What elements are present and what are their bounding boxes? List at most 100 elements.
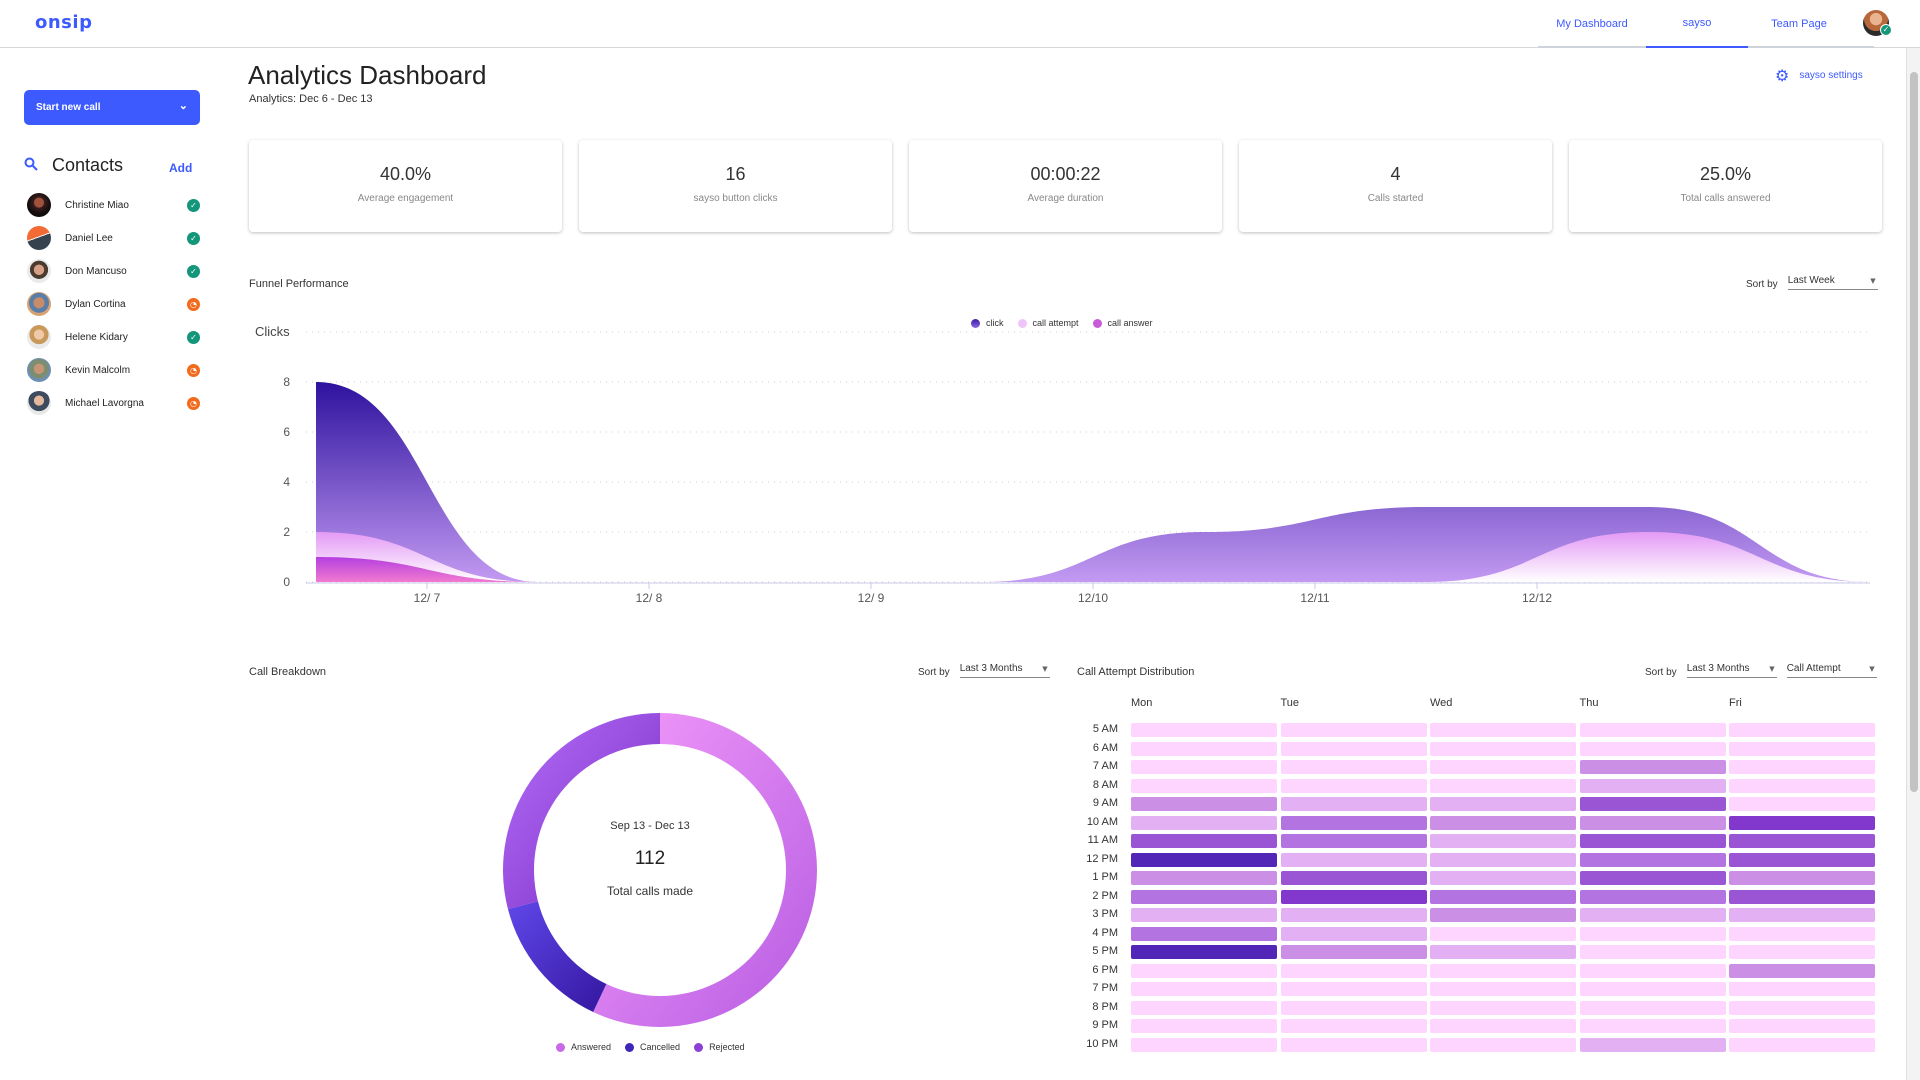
heatmap-cell[interactable] (1280, 889, 1427, 904)
scrollbar-thumb[interactable] (1910, 72, 1918, 792)
heatmap-cell[interactable] (1280, 797, 1427, 811)
heatmap-cell[interactable] (1280, 834, 1427, 848)
heatmap-cell[interactable] (1729, 778, 1875, 793)
heatmap-cell[interactable] (1131, 1037, 1277, 1052)
add-contact-button[interactable]: Add (169, 161, 192, 175)
heatmap-cell[interactable] (1579, 1037, 1726, 1052)
heatmap-cell[interactable] (1579, 778, 1726, 793)
heatmap-cell[interactable] (1280, 871, 1427, 885)
heatmap-cell[interactable] (1729, 889, 1875, 904)
heatmap-cell[interactable] (1579, 760, 1726, 774)
heatmap-cell[interactable] (1430, 926, 1576, 941)
heatmap-cell[interactable] (1430, 982, 1576, 996)
heatmap-cell[interactable] (1729, 926, 1875, 941)
heatmap-cell[interactable] (1131, 760, 1277, 774)
heatmap-cell[interactable] (1430, 778, 1576, 793)
heatmap-cell[interactable] (1579, 945, 1726, 959)
heatmap-cell[interactable] (1131, 889, 1277, 904)
search-icon[interactable] (24, 157, 38, 174)
funnel-period-select[interactable]: Last Week ▼ (1787, 275, 1878, 290)
heatmap-cell[interactable] (1430, 963, 1576, 978)
heatmap-cell[interactable] (1579, 889, 1726, 904)
contact-item[interactable]: Michael Lavorgna ◔ (27, 391, 200, 415)
heatmap-cell[interactable] (1579, 963, 1726, 978)
heatmap-cell[interactable] (1579, 1019, 1726, 1033)
heatmap-cell[interactable] (1729, 723, 1875, 737)
heatmap-cell[interactable] (1280, 926, 1427, 941)
heatmap-cell[interactable] (1430, 1000, 1576, 1015)
heatmap-cell[interactable] (1280, 1037, 1427, 1052)
heatmap-cell[interactable] (1579, 741, 1726, 756)
heatmap-cell[interactable] (1131, 1000, 1277, 1015)
heatmap-cell[interactable] (1579, 982, 1726, 996)
heatmap-cell[interactable] (1729, 1000, 1875, 1015)
contact-item[interactable]: Dylan Cortina ◔ (27, 292, 200, 316)
heatmap-cell[interactable] (1280, 852, 1427, 867)
heatmap-cell[interactable] (1280, 723, 1427, 737)
nav-team-page[interactable]: Team Page (1748, 0, 1850, 48)
heatmap-cell[interactable] (1579, 815, 1726, 830)
heatmap-cell[interactable] (1430, 852, 1576, 867)
heatmap-cell[interactable] (1131, 963, 1277, 978)
heatmap-cell[interactable] (1280, 760, 1427, 774)
contact-item[interactable]: Kevin Malcolm ◔ (27, 358, 200, 382)
heatmap-cell[interactable] (1579, 723, 1726, 737)
heatmap-cell[interactable] (1131, 797, 1277, 811)
heatmap-cell[interactable] (1729, 815, 1875, 830)
heatmap-cell[interactable] (1280, 741, 1427, 756)
heatmap-cell[interactable] (1430, 945, 1576, 959)
contact-item[interactable]: Christine Miao ✓ (27, 193, 200, 217)
onsip-logo[interactable]: onsip (35, 12, 92, 33)
heatmap-cell[interactable] (1280, 1019, 1427, 1033)
heatmap-cell[interactable] (1131, 982, 1277, 996)
heatmap-cell[interactable] (1729, 760, 1875, 774)
heatmap-cell[interactable] (1430, 760, 1576, 774)
heatmap-cell[interactable] (1430, 871, 1576, 885)
heatmap-cell[interactable] (1579, 1000, 1726, 1015)
heatmap-cell[interactable] (1729, 908, 1875, 922)
heatmap-cell[interactable] (1579, 908, 1726, 922)
heatmap-cell[interactable] (1430, 723, 1576, 737)
heatmap-cell[interactable] (1430, 741, 1576, 756)
heatmap-cell[interactable] (1729, 1019, 1875, 1033)
heatmap-cell[interactable] (1131, 1019, 1277, 1033)
legend-item-rejected[interactable]: Rejected (694, 1042, 745, 1052)
contact-item[interactable]: Helene Kidary ✓ (27, 325, 200, 349)
heatmap-cell[interactable] (1280, 982, 1427, 996)
heatmap-cell[interactable] (1579, 797, 1726, 811)
heatmap-cell[interactable] (1280, 778, 1427, 793)
heatmap-cell[interactable] (1729, 963, 1875, 978)
contact-item[interactable]: Daniel Lee ✓ (27, 226, 200, 250)
heatmap-cell[interactable] (1430, 834, 1576, 848)
heatmap-cell[interactable] (1579, 834, 1726, 848)
heatmap-cell[interactable] (1131, 945, 1277, 959)
heatmap-cell[interactable] (1430, 889, 1576, 904)
heatmap-cell[interactable] (1280, 908, 1427, 922)
heatmap-cell[interactable] (1131, 815, 1277, 830)
heatmap-cell[interactable] (1579, 926, 1726, 941)
heatmap-cell[interactable] (1729, 741, 1875, 756)
heatmap-cell[interactable] (1729, 982, 1875, 996)
heatmap-cell[interactable] (1729, 1037, 1875, 1052)
distribution-metric-select[interactable]: Call Attempt ▼ (1786, 663, 1877, 678)
distribution-period-select[interactable]: Last 3 Months ▼ (1686, 663, 1777, 678)
heatmap-cell[interactable] (1430, 1019, 1576, 1033)
heatmap-cell[interactable] (1131, 871, 1277, 885)
heatmap-cell[interactable] (1729, 852, 1875, 867)
legend-item-cancelled[interactable]: Cancelled (625, 1042, 680, 1052)
heatmap-cell[interactable] (1131, 908, 1277, 922)
heatmap-cell[interactable] (1280, 1000, 1427, 1015)
page-scrollbar[interactable] (1906, 48, 1920, 1080)
heatmap-cell[interactable] (1131, 778, 1277, 793)
sayso-settings-link[interactable]: ⚙ sayso settings (1775, 66, 1863, 85)
heatmap-cell[interactable] (1729, 871, 1875, 885)
nav-sayso[interactable]: sayso (1646, 0, 1748, 48)
heatmap-cell[interactable] (1729, 945, 1875, 959)
heatmap-cell[interactable] (1131, 741, 1277, 756)
start-new-call-button[interactable]: Start new call ⌄ (24, 90, 200, 125)
heatmap-cell[interactable] (1131, 834, 1277, 848)
nav-my-dashboard[interactable]: My Dashboard (1538, 0, 1646, 48)
heatmap-cell[interactable] (1131, 852, 1277, 867)
heatmap-cell[interactable] (1579, 852, 1726, 867)
heatmap-cell[interactable] (1280, 963, 1427, 978)
